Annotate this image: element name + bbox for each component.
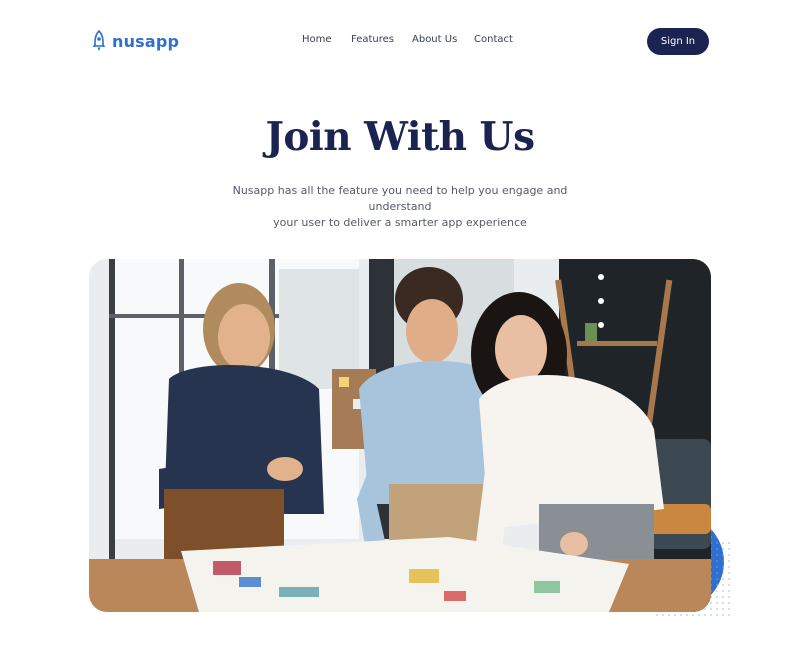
hero-title: Join With Us [265,114,535,160]
team-photo [89,259,711,612]
hero-subtitle: Nusapp has all the feature you need to h… [200,183,600,231]
nav-features[interactable]: Features [351,34,394,45]
hero-subtitle-line-1: Nusapp has all the feature you need to h… [232,184,568,213]
nav-contact[interactable]: Contact [474,34,513,45]
nav-home[interactable]: Home [302,34,332,45]
sign-in-button[interactable]: Sign In [647,28,709,55]
site-header: nusapp Home Features About Us Contact Si… [0,0,800,84]
nav-about-us[interactable]: About Us [412,34,457,45]
hero-subtitle-line-2: your user to deliver a smarter app exper… [273,216,527,229]
